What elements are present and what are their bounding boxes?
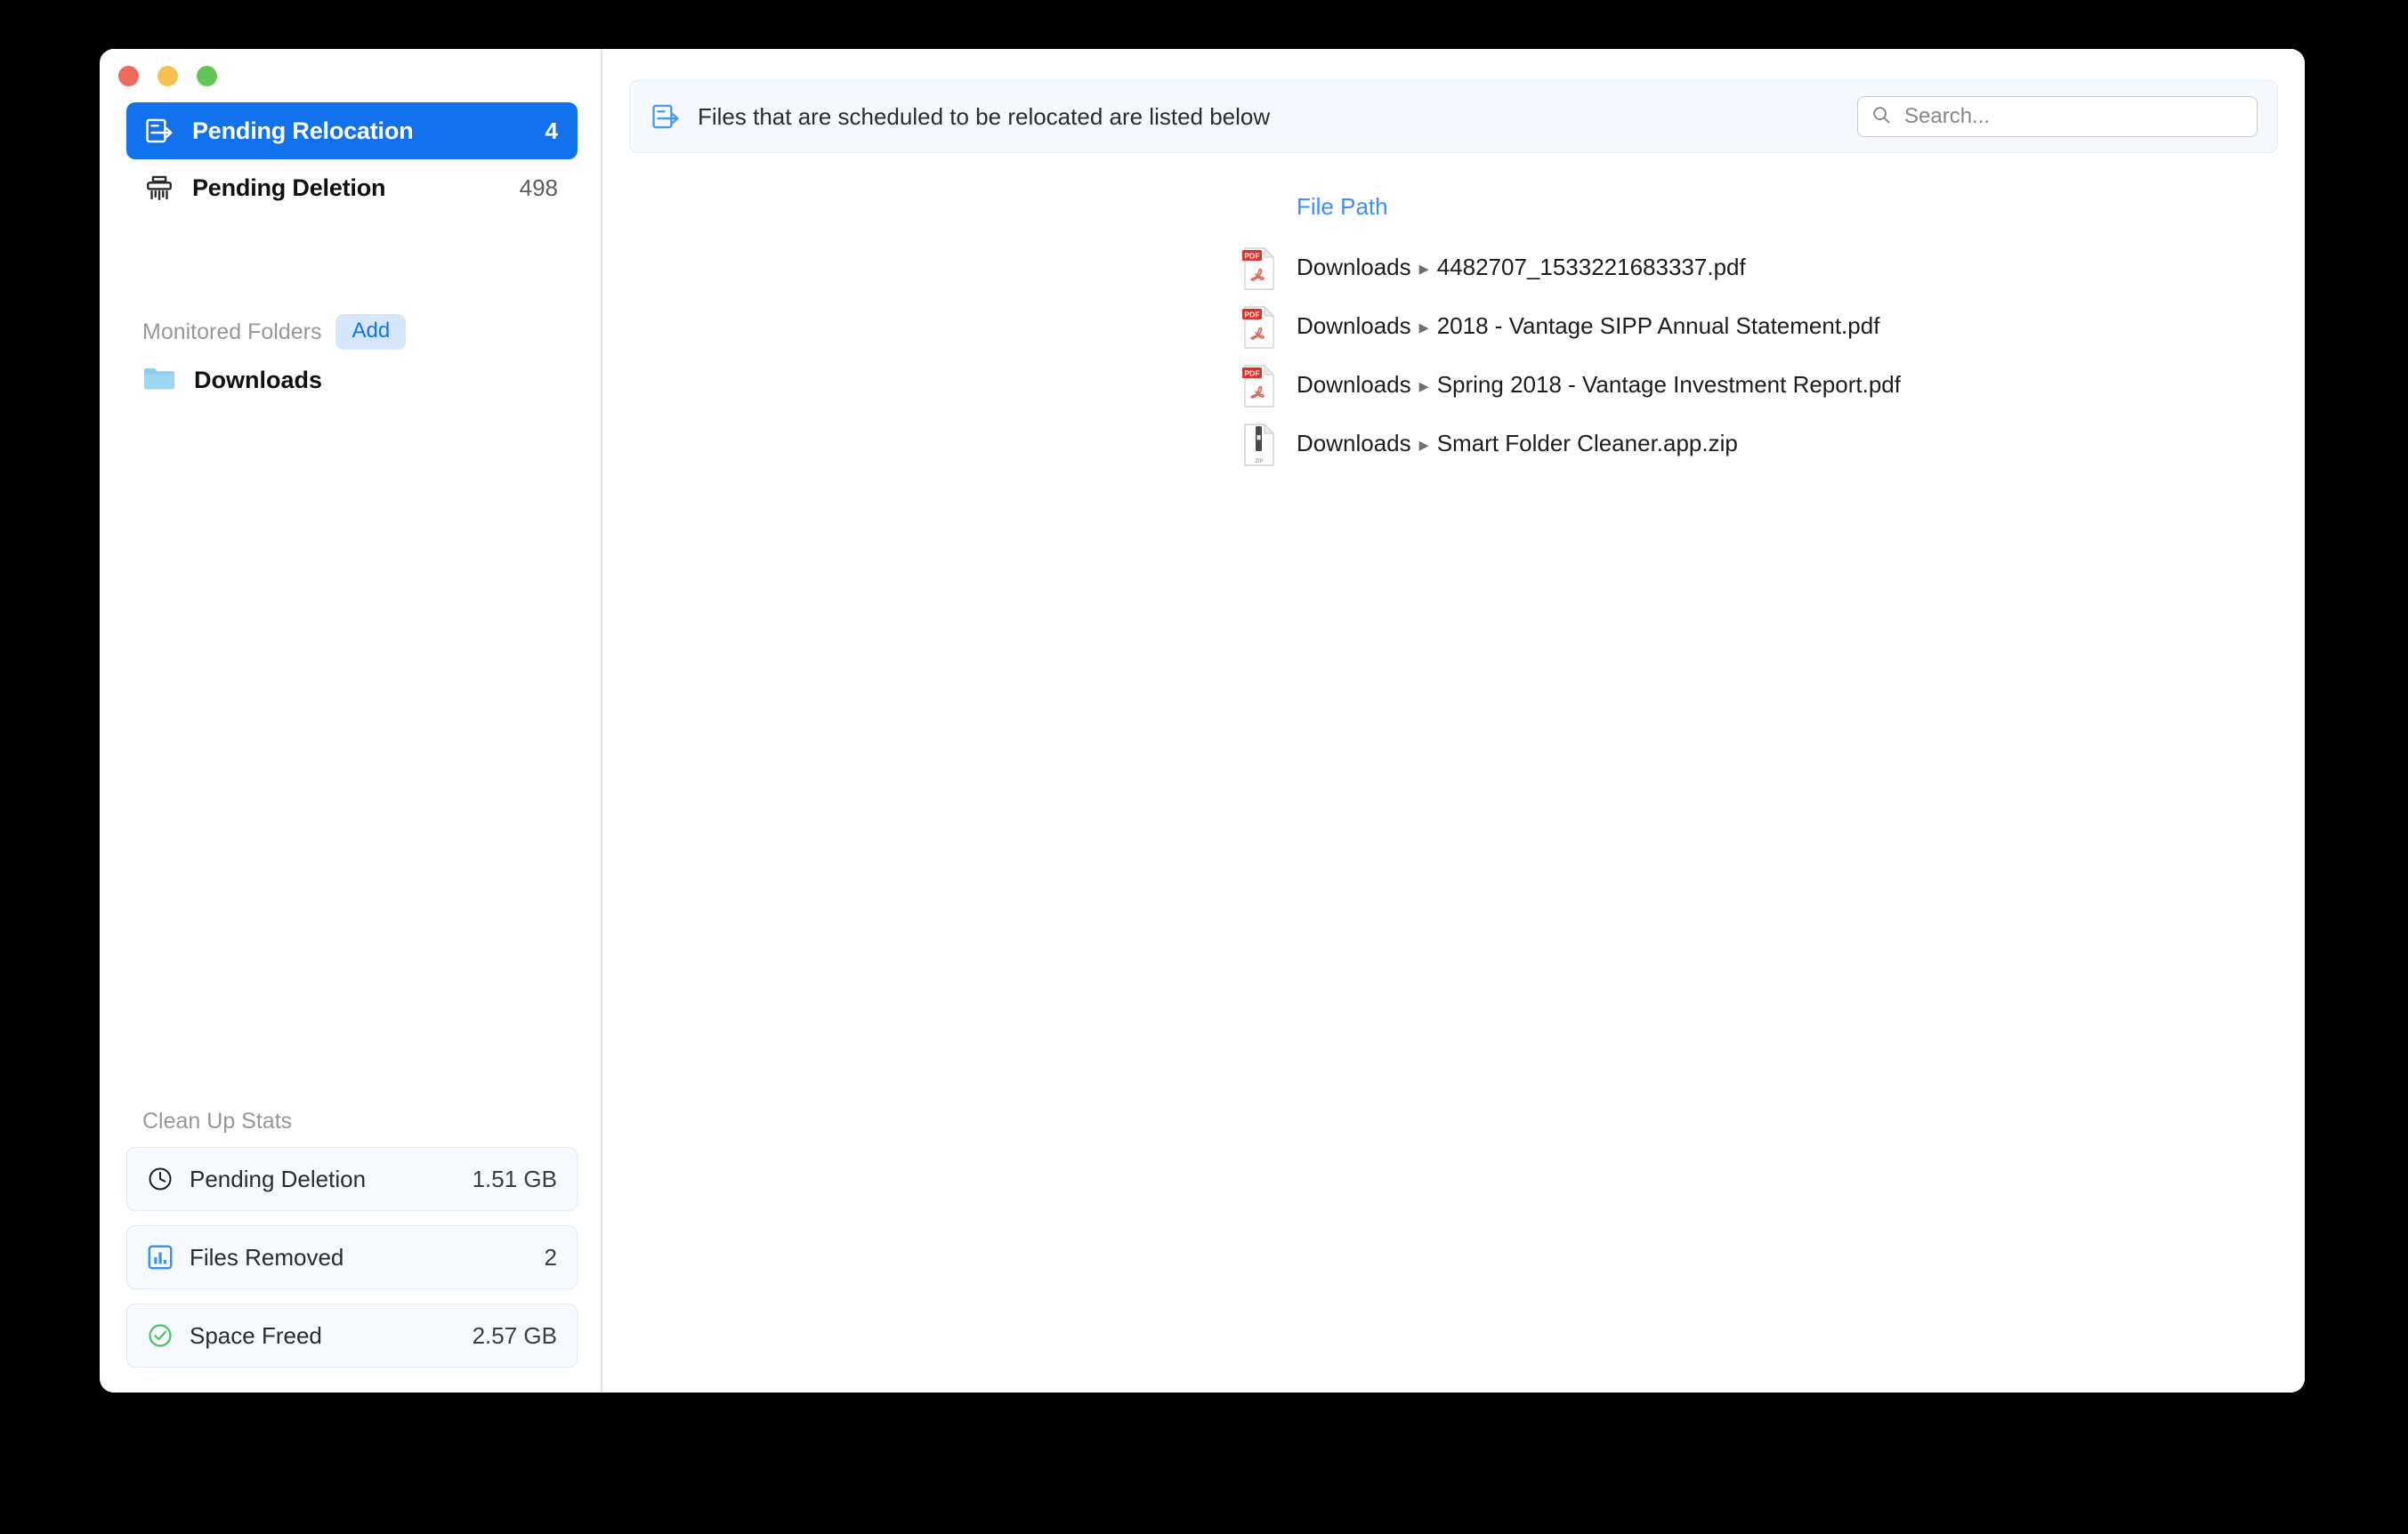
file-path-cell: Downloads ▸ 4482707_1533221683337.pdf bbox=[1297, 254, 1746, 281]
folder-name: Downloads bbox=[1297, 312, 1411, 339]
bar-chart-icon bbox=[145, 1242, 175, 1272]
sidebar-item-pending-deletion[interactable]: Pending Deletion 498 bbox=[126, 159, 578, 216]
path-separator-icon: ▸ bbox=[1418, 257, 1429, 279]
banner-text: Files that are scheduled to be relocated… bbox=[698, 102, 1271, 130]
pdf-file-icon: PDF bbox=[1241, 246, 1277, 291]
sidebar: Pending Relocation 4 Pending Deletion 49… bbox=[100, 49, 602, 1393]
path-separator-icon: ▸ bbox=[1418, 316, 1429, 338]
folder-icon bbox=[142, 365, 176, 396]
svg-text:PDF: PDF bbox=[1244, 310, 1259, 319]
table-row[interactable]: ZIP Downloads ▸ Smart Folder Cleaner.app.z… bbox=[602, 417, 2305, 476]
main-content: Files that are scheduled to be relocated… bbox=[602, 49, 2305, 1393]
sidebar-item-label: Pending Relocation bbox=[192, 117, 414, 144]
relocate-icon bbox=[142, 114, 176, 148]
svg-text:PDF: PDF bbox=[1244, 368, 1259, 377]
file-name: Spring 2018 - Vantage Investment Report.… bbox=[1436, 371, 1901, 398]
app-window: Pending Relocation 4 Pending Deletion 49… bbox=[100, 49, 2305, 1393]
folder-name: Downloads bbox=[1297, 430, 1411, 456]
column-header-file-path[interactable]: File Path bbox=[1297, 193, 1388, 221]
stat-label: Pending Deletion bbox=[190, 1165, 367, 1192]
search-icon bbox=[1871, 104, 1892, 130]
pdf-file-icon: PDF bbox=[1241, 305, 1277, 350]
stat-value: 2 bbox=[544, 1243, 557, 1271]
sidebar-item-label: Pending Deletion bbox=[192, 174, 386, 201]
clean-up-stats-title: Clean Up Stats bbox=[142, 1109, 293, 1134]
pdf-file-icon: PDF bbox=[1241, 364, 1277, 408]
file-table: File Path Last Used Time Until Relocatio… bbox=[602, 182, 2305, 476]
clean-up-stats: Clean Up Stats Pending Deletion 1.51 GB bbox=[126, 1109, 578, 1368]
stat-value: 2.57 GB bbox=[472, 1321, 557, 1349]
svg-text:ZIP: ZIP bbox=[1255, 459, 1263, 464]
file-name: 2018 - Vantage SIPP Annual Statement.pdf bbox=[1436, 312, 1880, 339]
search-input[interactable] bbox=[1903, 103, 2244, 130]
folder-name: Downloads bbox=[1297, 371, 1411, 398]
file-path-cell: Downloads ▸ Spring 2018 - Vantage Investme… bbox=[1297, 371, 1901, 399]
file-name: 4482707_1533221683337.pdf bbox=[1436, 254, 1746, 280]
monitored-folders-header: Monitored Folders Add bbox=[142, 314, 407, 350]
info-banner: Files that are scheduled to be relocated… bbox=[629, 80, 2278, 153]
table-row[interactable]: PDF Downloads ▸ 2018 - Vantage SIPP Annual… bbox=[602, 300, 2305, 359]
relocate-icon bbox=[650, 101, 682, 133]
check-circle-icon bbox=[145, 1320, 175, 1351]
monitored-folder-label: Downloads bbox=[194, 367, 323, 393]
monitored-folder-item-downloads[interactable]: Downloads bbox=[142, 365, 322, 396]
sidebar-item-count: 498 bbox=[519, 174, 558, 201]
table-row[interactable]: PDF Downloads ▸ 4482707_1533221683337.pdf … bbox=[602, 241, 2305, 300]
stat-value: 1.51 GB bbox=[472, 1165, 557, 1192]
add-folder-button[interactable]: Add bbox=[335, 314, 407, 350]
svg-text:PDF: PDF bbox=[1244, 251, 1259, 260]
stat-label: Space Freed bbox=[190, 1321, 322, 1349]
file-name: Smart Folder Cleaner.app.zip bbox=[1436, 430, 1738, 456]
stat-card-files-removed: Files Removed 2 bbox=[126, 1225, 578, 1289]
zip-file-icon: ZIP bbox=[1241, 423, 1277, 467]
clock-icon bbox=[145, 1164, 175, 1194]
stat-card-space-freed: Space Freed 2.57 GB bbox=[126, 1304, 578, 1368]
table-row[interactable]: PDF Downloads ▸ Spring 2018 - Vantage Inve… bbox=[602, 359, 2305, 417]
window-controls bbox=[118, 66, 217, 86]
sidebar-item-count: 4 bbox=[545, 117, 558, 144]
path-separator-icon: ▸ bbox=[1418, 433, 1429, 456]
stat-card-pending-deletion: Pending Deletion 1.51 GB bbox=[126, 1147, 578, 1211]
path-separator-icon: ▸ bbox=[1418, 375, 1429, 397]
file-path-cell: Downloads ▸ 2018 - Vantage SIPP Annual Sta… bbox=[1297, 312, 1879, 340]
close-button[interactable] bbox=[118, 66, 139, 86]
search-field[interactable] bbox=[1857, 96, 2258, 137]
folder-name: Downloads bbox=[1297, 254, 1411, 280]
sidebar-item-pending-relocation[interactable]: Pending Relocation 4 bbox=[126, 102, 578, 159]
table-header-row: File Path Last Used Time Until Relocatio… bbox=[602, 182, 2305, 241]
shredder-icon bbox=[142, 171, 176, 205]
zoom-button[interactable] bbox=[197, 66, 217, 86]
stat-label: Files Removed bbox=[190, 1243, 344, 1271]
minimize-button[interactable] bbox=[158, 66, 178, 86]
file-path-cell: Downloads ▸ Smart Folder Cleaner.app.zip bbox=[1297, 430, 1738, 457]
monitored-folders-title: Monitored Folders bbox=[142, 319, 322, 344]
sidebar-nav: Pending Relocation 4 Pending Deletion 49… bbox=[126, 102, 578, 216]
